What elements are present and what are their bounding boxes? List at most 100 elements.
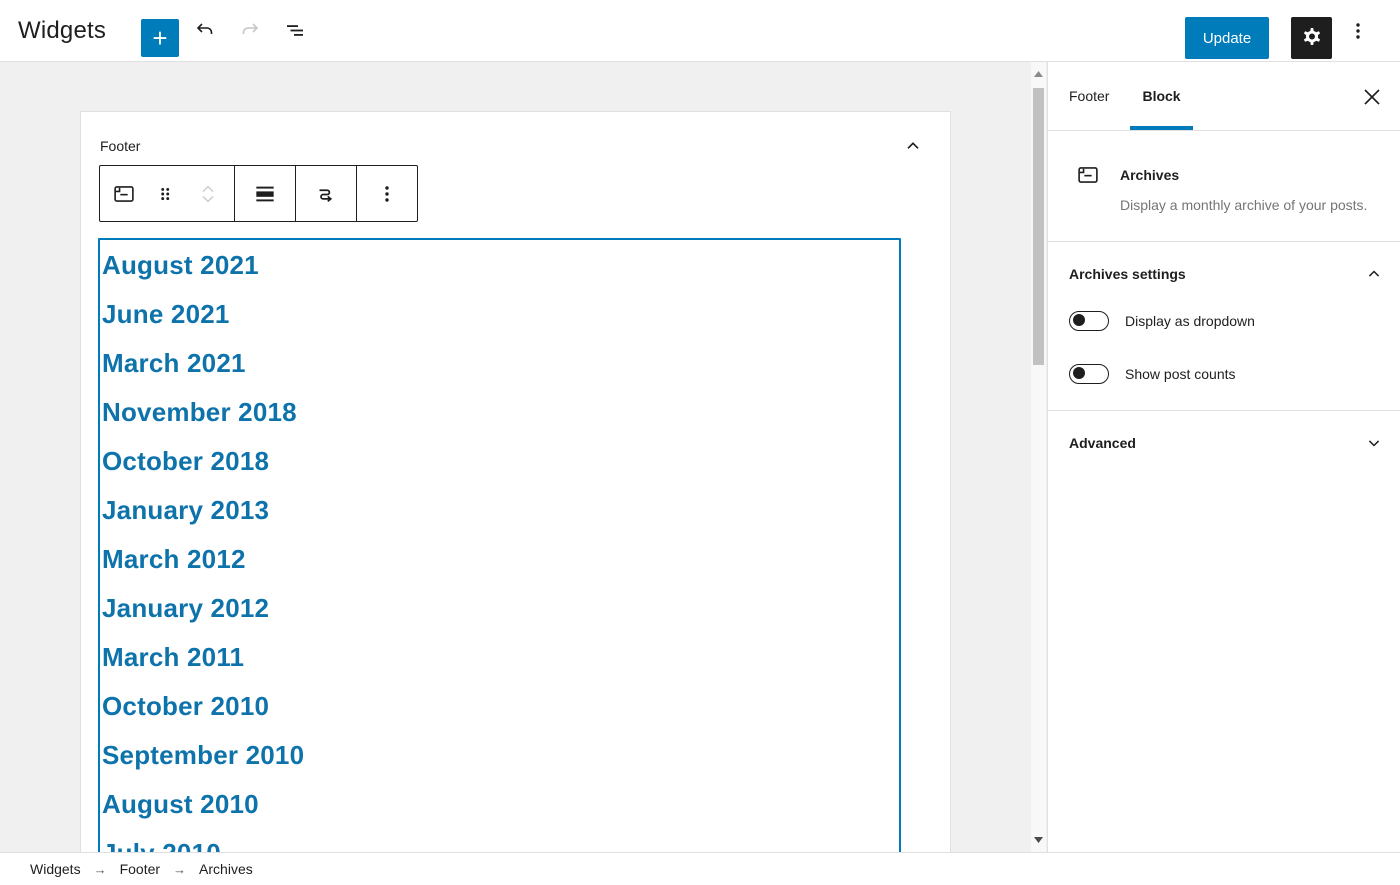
display-as-dropdown-toggle[interactable] (1069, 311, 1109, 331)
editor-canvas-area: Footer (0, 62, 1400, 852)
list-item: January 2012 (102, 584, 899, 633)
settings-button[interactable] (1291, 17, 1332, 59)
block-switcher-button[interactable] (100, 166, 148, 221)
breadcrumb-widgets[interactable]: Widgets (30, 861, 81, 877)
drag-handle[interactable] (148, 166, 182, 221)
widget-area-header: Footer (81, 112, 950, 158)
sidebar-tabbar: Footer Block (1048, 62, 1400, 131)
archive-link[interactable]: March 2012 (102, 544, 246, 575)
advanced-panel-header[interactable]: Advanced (1069, 433, 1384, 453)
toggle-label: Display as dropdown (1125, 313, 1255, 329)
block-description: Display a monthly archive of your posts. (1120, 195, 1370, 217)
options-menu-button[interactable] (1341, 13, 1375, 49)
block-movers[interactable] (182, 166, 234, 221)
add-block-button[interactable]: + (141, 19, 179, 57)
list-view-icon (283, 19, 307, 43)
chevron-up-icon (1364, 264, 1384, 284)
widget-area-collapse-button[interactable] (899, 132, 927, 160)
block-toolbar-group-transform (296, 166, 357, 221)
list-item: October 2010 (102, 682, 899, 731)
ellipsis-icon (375, 182, 399, 206)
archive-link[interactable]: October 2018 (102, 446, 269, 477)
list-item: March 2021 (102, 339, 899, 388)
archive-link[interactable]: January 2012 (102, 593, 269, 624)
settings-sidebar: Footer Block Archives Display a monthly … (1047, 62, 1400, 852)
breadcrumb-separator: → (173, 862, 186, 877)
align-icon (252, 181, 278, 207)
update-button[interactable]: Update (1185, 17, 1269, 59)
archive-link[interactable]: July 2010 (102, 838, 221, 852)
archives-block-icon (1075, 162, 1101, 217)
list-item: January 2013 (102, 486, 899, 535)
ellipsis-icon (1346, 19, 1370, 43)
move-down-icon (197, 194, 219, 206)
editor-top-bar: Widgets + Update (0, 0, 1400, 62)
move-up-icon (197, 182, 219, 194)
block-info-text: Archives Display a monthly archive of yo… (1120, 162, 1370, 217)
archive-link[interactable]: August 2021 (102, 250, 259, 281)
list-view-button[interactable] (277, 13, 313, 49)
toggle-label: Show post counts (1125, 366, 1236, 382)
scroll-up-icon[interactable] (1031, 66, 1046, 82)
advanced-panel: Advanced (1048, 411, 1400, 479)
block-toolbar-group-main (100, 166, 235, 221)
list-item: September 2010 (102, 731, 899, 780)
transform-icon (313, 181, 339, 207)
undo-button[interactable] (187, 13, 223, 49)
tab-footer[interactable]: Footer (1057, 62, 1121, 130)
redo-button[interactable] (232, 13, 268, 49)
archive-list: August 2021 June 2021 March 2021 Novembe… (100, 240, 899, 852)
scroll-down-icon[interactable] (1031, 832, 1046, 848)
list-item: March 2012 (102, 535, 899, 584)
breadcrumb: Widgets → Footer → Archives (30, 861, 253, 877)
list-item: June 2021 (102, 290, 899, 339)
archive-link[interactable]: June 2021 (102, 299, 230, 330)
list-item: March 2011 (102, 633, 899, 682)
gear-icon (1300, 26, 1324, 50)
panel-title: Archives settings (1069, 266, 1186, 282)
close-icon (1363, 88, 1381, 106)
archive-link[interactable]: January 2013 (102, 495, 269, 526)
scrollbar-thumb[interactable] (1033, 88, 1044, 365)
list-item: July 2010 (102, 829, 899, 852)
inserter-plus-icon: + (152, 23, 167, 53)
block-toolbar (99, 165, 418, 222)
canvas-scrollbar[interactable] (1031, 62, 1046, 852)
collapse-chevron-icon (902, 135, 924, 157)
list-item: October 2018 (102, 437, 899, 486)
show-post-counts-toggle[interactable] (1069, 364, 1109, 384)
breadcrumb-archives: Archives (199, 861, 253, 877)
block-toolbar-group-options (357, 166, 417, 221)
archives-block-selected[interactable]: August 2021 June 2021 March 2021 Novembe… (98, 238, 901, 852)
archive-link[interactable]: March 2021 (102, 348, 246, 379)
tab-block[interactable]: Block (1130, 62, 1192, 130)
list-item: August 2010 (102, 780, 899, 829)
archives-settings-header[interactable]: Archives settings (1069, 264, 1384, 284)
drag-handle-icon (154, 182, 176, 206)
block-options-button[interactable] (357, 166, 417, 221)
archive-link[interactable]: March 2011 (102, 642, 244, 673)
archive-link[interactable]: September 2010 (102, 740, 304, 771)
archive-link[interactable]: November 2018 (102, 397, 297, 428)
block-info-card: Archives Display a monthly archive of yo… (1048, 131, 1400, 242)
list-item: November 2018 (102, 388, 899, 437)
block-toolbar-group-align (235, 166, 296, 221)
widget-area-title: Footer (100, 138, 140, 154)
align-button[interactable] (235, 166, 295, 221)
list-item: August 2021 (102, 241, 899, 290)
breadcrumb-footer[interactable]: Footer (120, 861, 160, 877)
breadcrumb-separator: → (94, 862, 107, 877)
archive-link[interactable]: August 2010 (102, 789, 259, 820)
widget-area-card: Footer (80, 111, 951, 852)
close-sidebar-button[interactable] (1358, 83, 1386, 111)
redo-icon (238, 19, 262, 43)
panel-title: Advanced (1069, 435, 1136, 451)
toggle-knob (1073, 314, 1085, 326)
page-title: Widgets (18, 0, 106, 61)
archives-block-icon (111, 181, 137, 207)
toggle-row-dropdown: Display as dropdown (1069, 311, 1384, 331)
toggle-row-post-counts: Show post counts (1069, 364, 1384, 384)
archive-link[interactable]: October 2010 (102, 691, 269, 722)
transform-button[interactable] (296, 166, 356, 221)
block-title: Archives (1120, 162, 1370, 183)
